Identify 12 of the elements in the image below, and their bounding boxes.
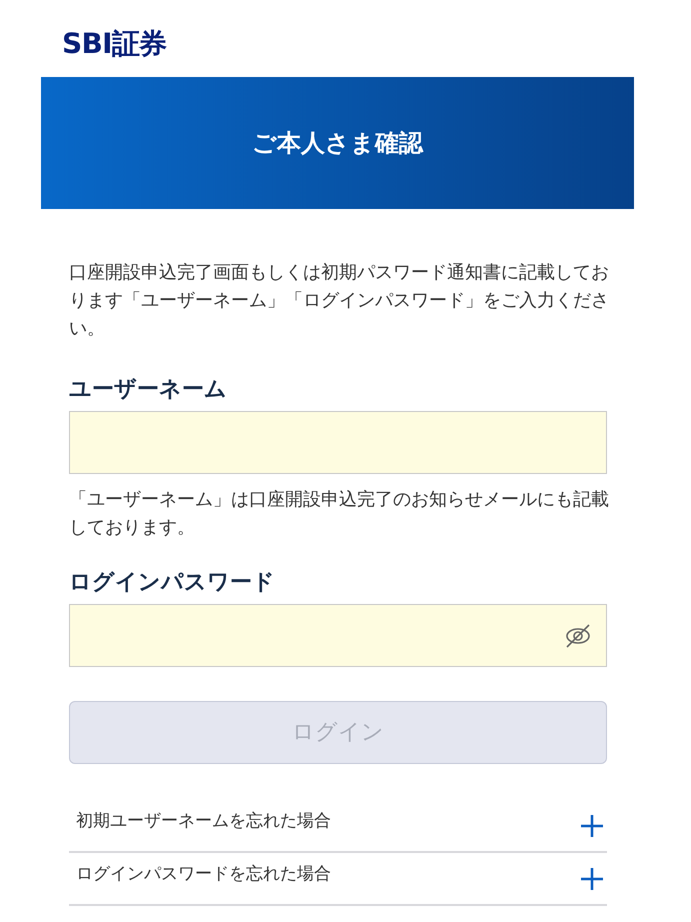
field-note: 「ユーザーネーム」は口座開設申込完了のお知らせメールにも記載しております。 (69, 488, 610, 540)
help-accordion-item[interactable]: 初期ユーザーネームを忘れた場合 (69, 800, 607, 853)
instruction-text: 口座開設申込完了画面もしくは初期パスワード通知書に記載しております「ユーザーネーム」「ログインパスワード」をご入力ください。 (69, 261, 610, 341)
logo: SBI証券 (62, 27, 166, 60)
help-accordion-item[interactable]: ログインパスワードを忘れた場合 (69, 853, 607, 906)
plus-icon (581, 814, 603, 836)
password-field[interactable] (69, 604, 607, 667)
page-title: ご本人さま確認 (252, 128, 423, 159)
field-label: ログインパスワード (69, 569, 276, 597)
field-label: ユーザーネーム (69, 376, 228, 404)
eye-slash-icon[interactable] (564, 623, 592, 649)
plus-icon (581, 868, 603, 890)
